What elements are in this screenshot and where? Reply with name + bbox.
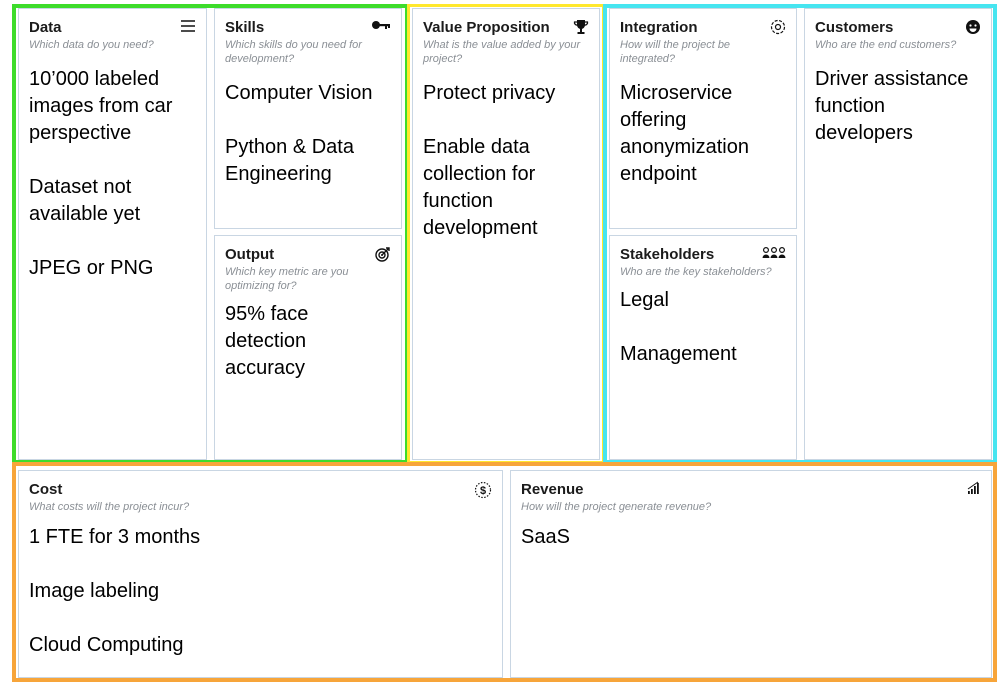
card-title: Output <box>225 246 275 263</box>
card-item: Dataset not available yet <box>29 176 141 225</box>
card-item: 10’000 labeled images from car perspecti… <box>29 68 173 144</box>
card-title: Revenue <box>521 481 584 498</box>
growth-bars-icon <box>967 481 981 495</box>
card-item: 1 FTE for 3 months <box>29 526 201 548</box>
card-revenue: Revenue How will the project generate re… <box>510 470 992 678</box>
card-skills: Skills Which skills do you need for deve… <box>214 8 402 229</box>
card-title: Value Proposition <box>423 19 550 36</box>
card-item: 95% face detection accuracy <box>225 303 309 379</box>
card-item: Computer Vision <box>225 82 373 104</box>
card-item: SaaS <box>521 526 570 548</box>
card-item: Cloud Computing <box>29 634 184 656</box>
card-title: Integration <box>620 19 698 36</box>
card-title: Customers <box>815 19 894 36</box>
card-question: Who are the end customers? <box>815 39 957 51</box>
card-item: Legal <box>620 289 669 311</box>
people-group-icon <box>762 246 786 260</box>
card-question: What is the value added by your project? <box>423 39 581 65</box>
card-question: Which skills do you need for development… <box>225 39 362 65</box>
card-item: Driver assistance function developers <box>815 68 969 144</box>
card-data: Data Which data do you need? 10’000 labe… <box>18 8 207 460</box>
card-title: Data <box>29 19 62 36</box>
card-item: JPEG or PNG <box>29 257 154 279</box>
target-icon <box>375 246 391 262</box>
card-question: How will the project be integrated? <box>620 39 731 65</box>
card-item: Microservice offering anonymization endp… <box>620 82 749 185</box>
key-icon <box>371 19 391 31</box>
card-item: Image labeling <box>29 580 160 602</box>
card-item: Management <box>620 343 737 365</box>
card-cost: Cost $ What costs will the project incur… <box>18 470 503 678</box>
card-integration: Integration How will the project be inte… <box>609 8 797 229</box>
card-value-proposition: Value Proposition What is the value adde… <box>412 8 600 460</box>
card-question: Which data do you need? <box>29 39 154 51</box>
card-title: Stakeholders <box>620 246 715 263</box>
trophy-icon <box>573 19 589 35</box>
card-customers: Customers Who are the end customers? Dri… <box>804 8 992 460</box>
card-output: Output Which key metric are you optimizi… <box>214 235 402 460</box>
card-title: Cost <box>29 481 63 498</box>
svg-text:$: $ <box>480 485 486 497</box>
card-question: How will the project generate revenue? <box>521 501 712 513</box>
card-question: Who are the key stakeholders? <box>620 266 772 278</box>
dollar-coin-icon: $ <box>474 481 492 499</box>
card-stakeholders: Stakeholders Who are the key stakeholder… <box>609 235 797 460</box>
card-item: Enable data collection for function deve… <box>423 136 538 239</box>
smiley-icon <box>965 19 981 35</box>
card-item: Protect privacy <box>423 82 556 104</box>
menu-lines-icon <box>180 19 196 33</box>
card-question: Which key metric are you optimizing for? <box>225 266 349 292</box>
card-item: Python & Data Engineering <box>225 136 354 185</box>
puzzle-gear-icon <box>770 19 786 35</box>
card-question: What costs will the project incur? <box>29 501 190 513</box>
card-title: Skills <box>225 19 265 36</box>
